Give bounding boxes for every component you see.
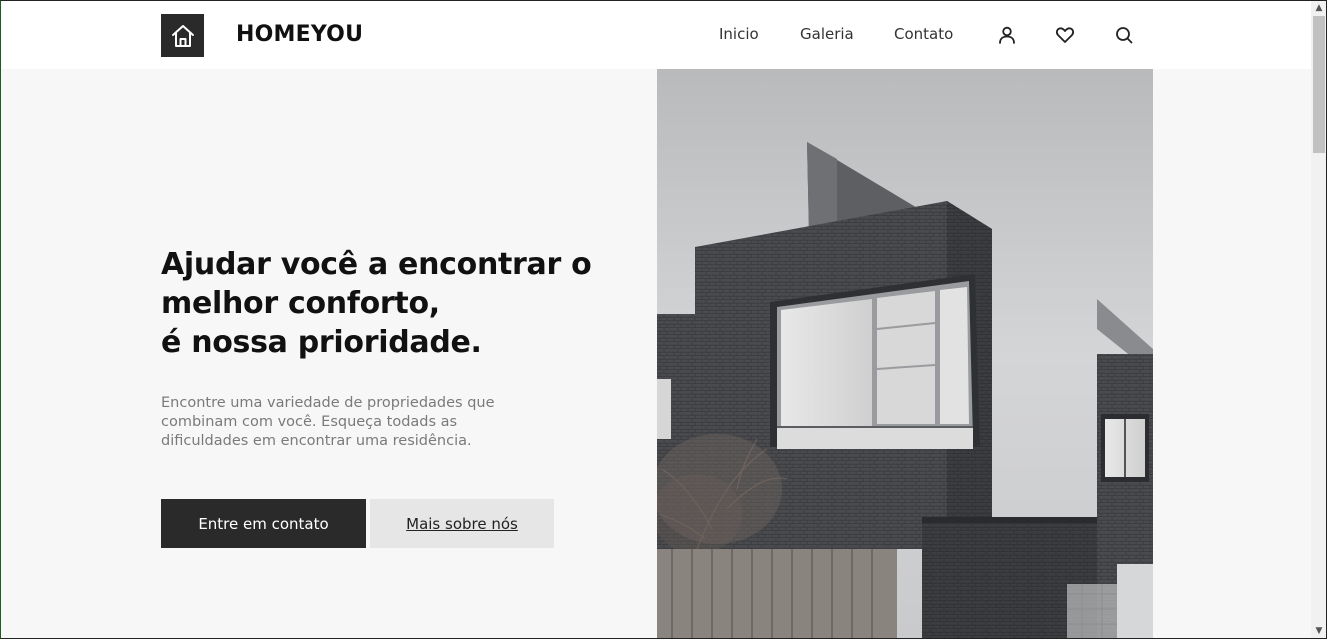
scroll-up-arrow-icon[interactable]: ▲ [1311,0,1327,16]
hero-headline: Ajudar você a encontrar o melhor confort… [161,245,631,362]
account-button[interactable] [996,24,1018,46]
description-line: dificuldades em encontrar uma residência… [161,433,472,449]
description-line: Encontre uma variedade de propriedades q… [161,395,495,411]
vertical-scrollbar[interactable]: ▲ ▼ [1311,0,1327,639]
favorites-button[interactable] [1054,24,1076,46]
description-line: combinam com você. Esqueça todads as [161,414,458,430]
search-button[interactable] [1113,24,1135,46]
nav-link-contato[interactable]: Contato [894,25,953,43]
scroll-thumb[interactable] [1313,16,1325,153]
house-image [657,69,1153,639]
house-illustration [657,69,1153,639]
site-header: HOMEYOU Inicio Galeria Contato [0,0,1311,69]
brand-name[interactable]: HOMEYOU [236,22,363,47]
headline-line: Ajudar você a encontrar o [161,247,592,282]
headline-line: melhor conforto, [161,286,440,321]
nav-link-galeria[interactable]: Galeria [800,25,854,43]
search-icon [1116,27,1133,44]
user-icon [999,26,1015,44]
contact-button[interactable]: Entre em contato [161,499,366,548]
about-button[interactable]: Mais sobre nós [370,499,554,548]
hero-description: Encontre uma variedade de propriedades q… [161,394,561,451]
heart-icon [1055,27,1075,43]
headline-line: é nossa prioridade. [161,325,482,360]
nav-link-inicio[interactable]: Inicio [719,25,759,43]
logo[interactable] [161,14,204,57]
home-icon [171,24,194,47]
hero-section: Ajudar você a encontrar o melhor confort… [0,69,1311,639]
scroll-down-arrow-icon[interactable]: ▼ [1311,623,1327,639]
